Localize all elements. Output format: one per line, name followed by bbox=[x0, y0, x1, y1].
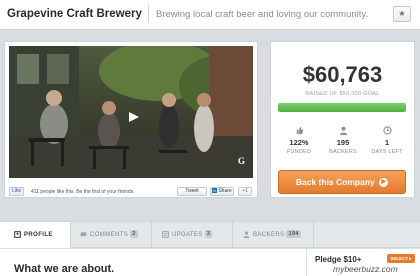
comments-icon bbox=[80, 232, 87, 238]
funding-goal: RAISED OF $50,000 GOAL bbox=[305, 91, 380, 97]
thumbs-up-icon bbox=[296, 126, 303, 135]
tab-comments[interactable]: COMMENTS 2 bbox=[71, 222, 151, 248]
about-heading: What we are about. bbox=[14, 263, 115, 275]
clock-icon bbox=[382, 126, 392, 135]
funding-progress-fill bbox=[278, 103, 406, 112]
stat-backers: 195 BACKERS bbox=[321, 126, 365, 155]
video-corner-logo: G bbox=[238, 156, 246, 166]
backers-count: 194 bbox=[286, 230, 301, 239]
linkedin-share-button[interactable]: in Share bbox=[210, 187, 234, 196]
arrow-right-icon: ▶ bbox=[379, 178, 389, 188]
select-pledge-button[interactable]: SELECT ▸ bbox=[387, 254, 415, 263]
person-icon bbox=[339, 126, 347, 135]
favorite-button[interactable]: ★ bbox=[393, 6, 411, 22]
updates-count: 3 bbox=[204, 230, 213, 239]
facebook-like-button[interactable]: Like bbox=[9, 187, 25, 196]
video-panel: G Like 411 people like this. Be the firs… bbox=[4, 41, 258, 198]
comments-count: 2 bbox=[130, 230, 138, 239]
funding-progress-bar bbox=[278, 103, 406, 112]
funding-panel: $60,763 RAISED OF $50,000 GOAL 122% FUND… bbox=[270, 41, 415, 198]
tab-backers[interactable]: BACKERS 194 bbox=[233, 222, 313, 248]
backers-icon bbox=[243, 231, 250, 238]
amount-raised: $60,763 bbox=[302, 62, 383, 87]
tab-updates[interactable]: UPDATES 3 bbox=[152, 222, 232, 248]
tab-profile[interactable]: PROFILE bbox=[0, 222, 70, 248]
back-company-button[interactable]: Back this Company ▶ bbox=[278, 170, 406, 194]
tab-divider bbox=[313, 222, 314, 248]
star-icon: ★ bbox=[398, 9, 406, 18]
watermark: mybeerbuzz.com bbox=[333, 264, 398, 274]
profile-icon bbox=[14, 231, 21, 238]
header-bar: Grapevine Craft Brewery Brewing local cr… bbox=[0, 0, 420, 30]
play-icon[interactable] bbox=[127, 111, 141, 123]
company-tagline: Brewing local craft beer and loving our … bbox=[156, 9, 369, 20]
stat-funded: 122% FUNDED bbox=[277, 126, 321, 155]
social-share-row: Like 411 people like this. Be the first … bbox=[9, 184, 253, 196]
pledge-title: Pledge $10+ bbox=[315, 255, 362, 264]
sidebar-divider bbox=[306, 249, 307, 276]
profile-tabs: PROFILE COMMENTS 2 UPDATES 3 BACKERS 194 bbox=[0, 221, 420, 248]
facebook-like-text: 411 people like this. Be the first of yo… bbox=[31, 189, 135, 195]
tweet-button[interactable]: Tweet bbox=[177, 187, 207, 196]
company-name[interactable]: Grapevine Craft Brewery bbox=[7, 8, 142, 20]
updates-icon bbox=[162, 231, 169, 238]
google-plus-button[interactable]: +1 bbox=[238, 187, 252, 196]
header-divider bbox=[148, 5, 149, 23]
linkedin-icon: in bbox=[212, 188, 218, 194]
stat-days-left: 1 DAYS LEFT bbox=[365, 126, 409, 155]
